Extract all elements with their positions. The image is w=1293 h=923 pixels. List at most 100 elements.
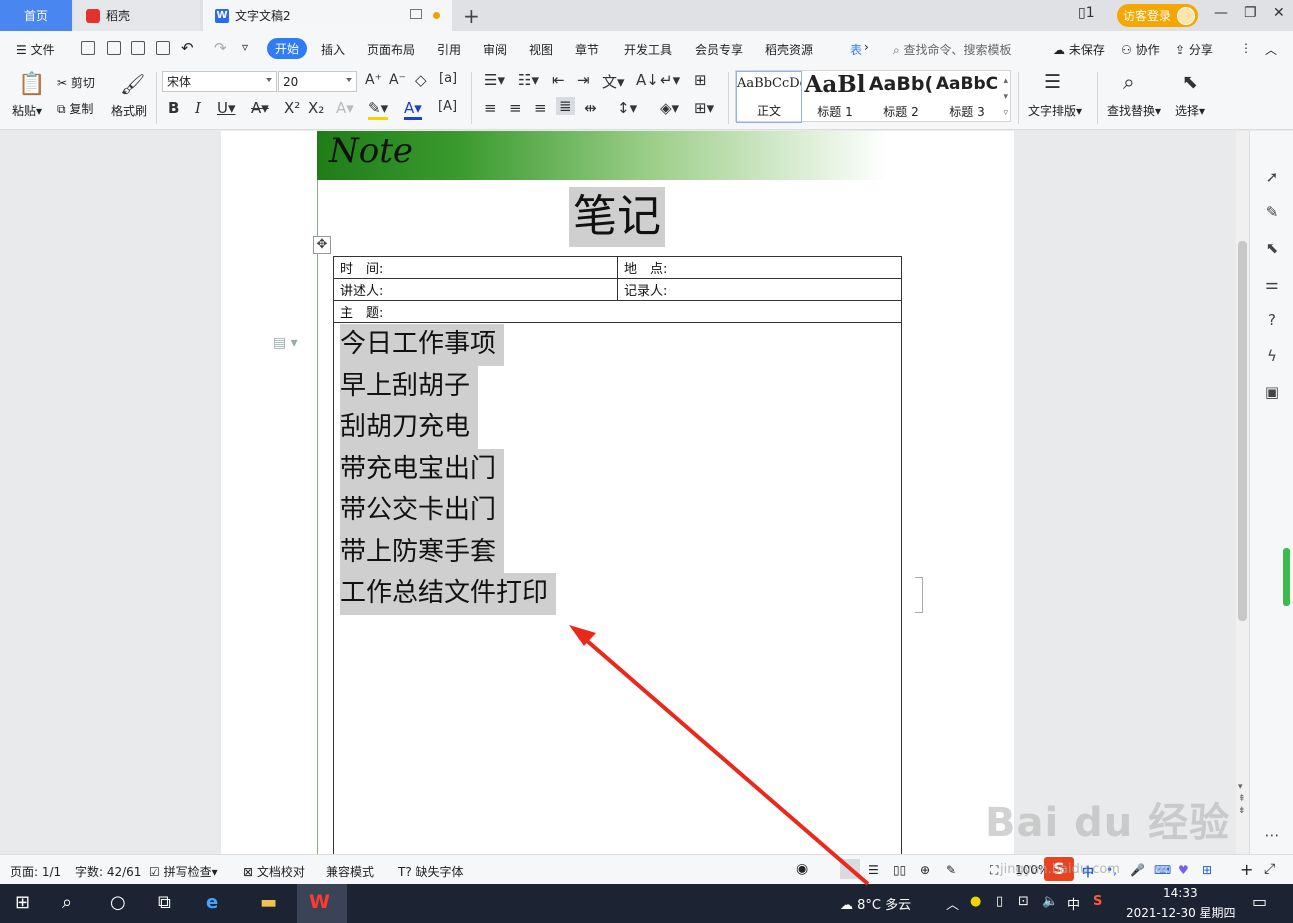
spell-check-button[interactable]: ☑ 拼写检查▾ [149, 863, 218, 880]
style-normal[interactable]: AaBbCcDd 正文 [736, 71, 802, 123]
chinese-layout-icon[interactable]: 文▾ [602, 71, 625, 92]
tray-expand-icon[interactable]: ︿ [946, 894, 959, 913]
bold-icon[interactable]: B [168, 99, 179, 117]
increase-indent-icon[interactable]: ⇥ [577, 71, 590, 89]
time-cell[interactable]: 时 间: [333, 256, 618, 279]
show-marks-icon[interactable]: ↵▾ [660, 71, 680, 89]
file-explorer-icon[interactable]: ▬ [260, 892, 277, 913]
paragraph-menu-icon[interactable]: ▤ ▾ [273, 335, 298, 351]
fit-page-icon[interactable]: ⛶ [990, 863, 998, 878]
vertical-scrollbar[interactable]: ▾ ⇞ ⇟ [1236, 131, 1249, 854]
new-tab-button[interactable]: + [463, 4, 480, 28]
cursor-icon[interactable]: ⬉ [1264, 240, 1280, 256]
format-painter-icon[interactable]: 🖌 [120, 72, 145, 96]
font-name-select[interactable]: 宋体 [162, 71, 277, 92]
clock-time[interactable]: 14:33 [1163, 886, 1198, 900]
shading-icon[interactable]: ◈▾ [660, 99, 679, 117]
tray-app-icon[interactable]: ● [970, 894, 981, 909]
align-right-icon[interactable]: ≡ [534, 99, 547, 117]
cut-button[interactable]: ✂ 剪切 [57, 74, 95, 91]
text-effect-icon[interactable]: A▾ [336, 99, 354, 117]
usb-icon[interactable]: ▯ [996, 894, 1003, 909]
zoom-in-icon[interactable]: + [1240, 860, 1253, 879]
collab-button[interactable]: ⚇ 协作 [1121, 41, 1160, 58]
print-icon[interactable] [131, 41, 145, 55]
more-icon[interactable]: ⋯ [1264, 827, 1280, 843]
tab-docer-resources[interactable]: 稻壳资源 [765, 41, 813, 58]
eye-protect-icon[interactable]: ◉ [796, 861, 808, 877]
wps-taskbar-button[interactable]: W [297, 884, 347, 923]
minimize-button[interactable]: — [1214, 5, 1228, 21]
zoom-slider-handle[interactable] [1283, 548, 1290, 606]
styles-scroll-icon[interactable]: ▴ ▾ ▿ [1003, 73, 1008, 121]
char-border-icon[interactable]: [A] [438, 99, 457, 114]
style-heading-2[interactable]: AaBb( 标题 2 [868, 71, 934, 123]
web-view-icon[interactable]: ⊕ [920, 863, 930, 877]
subscript-icon[interactable]: X₂ [308, 99, 324, 117]
tab-review[interactable]: 审阅 [483, 41, 507, 58]
copy-button[interactable]: ⧉ 复制 [57, 100, 93, 117]
rocket-icon[interactable]: ➚ [1264, 169, 1280, 185]
place-cell[interactable]: 地 点: [617, 256, 902, 279]
tab-home[interactable]: 首页 [0, 0, 72, 31]
help-icon[interactable]: ? [1264, 312, 1280, 328]
line-spacing-icon[interactable]: ↕▾ [617, 99, 637, 117]
pen-icon[interactable]: ✎ [1264, 204, 1280, 220]
monitor-icon[interactable] [410, 9, 422, 19]
missing-font-button[interactable]: T? 缺失字体 [398, 863, 464, 880]
ruler-icon[interactable]: ⊞ [694, 71, 707, 89]
tab-start[interactable]: 开始 [267, 38, 307, 59]
style-heading-3[interactable]: AaBbC 标题 3 [934, 71, 1000, 123]
maximize-button[interactable]: ❐ [1244, 5, 1257, 21]
cursor-icon[interactable]: ⬉ [1182, 71, 1198, 93]
underline-icon[interactable]: U▾ [217, 99, 236, 117]
superscript-icon[interactable]: X² [284, 99, 300, 117]
sogou-tray-icon[interactable]: S [1093, 894, 1102, 909]
tab-table[interactable]: 表 [850, 41, 862, 58]
task-view-icon[interactable]: ⧉ [158, 892, 171, 913]
preview-icon[interactable] [156, 41, 170, 55]
highlight-icon[interactable]: ✎▾ [368, 99, 389, 120]
clear-format-icon[interactable]: ◇ [415, 71, 427, 89]
redo-icon[interactable]: ↷ [214, 39, 227, 57]
document-area[interactable]: Note 笔记 ✥ ▤ ▾ 时 间: 地 点: 讲述人: 记录人: 主 题: 今… [0, 131, 1236, 854]
numbered-list-icon[interactable]: ☷▾ [518, 71, 539, 89]
undo-icon[interactable]: ↶ [181, 39, 194, 57]
font-color-icon[interactable]: A▾ [404, 99, 422, 120]
command-search[interactable]: ⌕ 查找命令、搜索模板 [893, 41, 1012, 58]
bullet-list-icon[interactable]: ☰▾ [484, 71, 505, 89]
font-size-select[interactable]: 20 [278, 71, 357, 92]
proofread-button[interactable]: ⊠ 文档校对 [243, 863, 305, 880]
tab-docer[interactable]: 稻壳 [74, 0, 200, 31]
save-icon[interactable] [81, 41, 95, 55]
layout-icon[interactable]: ▯1 [1078, 5, 1095, 21]
tab-page-layout[interactable]: 页面布局 [367, 41, 415, 58]
sort-icon[interactable]: A↓ [636, 71, 659, 89]
notes-body-cell[interactable]: 今日工作事项 早上刮胡子 刮胡刀充电 带充电宝出门 带公交卡出门 带上防寒手套 … [333, 322, 902, 854]
login-button[interactable]: 访客登录 [1117, 4, 1198, 27]
keyboard-icon[interactable]: ⌨ [1154, 863, 1171, 877]
search-icon[interactable]: ⌕ [1123, 70, 1135, 95]
lightning-icon[interactable]: ϟ [1264, 348, 1280, 364]
ie-icon[interactable]: e [206, 892, 218, 913]
grow-font-icon[interactable]: A⁺ [365, 72, 382, 88]
document-title[interactable]: 笔记 [569, 187, 665, 247]
chevron-right-icon[interactable]: › [864, 40, 869, 54]
microphone-icon[interactable]: 🎤 [1130, 863, 1145, 877]
image-tools-icon[interactable]: ▣ [1264, 384, 1280, 400]
find-replace-button[interactable]: 查找替换▾ [1107, 102, 1161, 119]
read-view-icon[interactable]: ▯▯ [893, 863, 906, 877]
format-painter-button[interactable]: 格式刷 [111, 102, 147, 119]
export-icon[interactable] [107, 41, 121, 55]
borders-icon[interactable]: ⊞▾ [694, 99, 714, 117]
share-button[interactable]: ⇪ 分享 [1175, 41, 1213, 58]
align-left-icon[interactable]: ≡ [484, 99, 497, 117]
page-indicator[interactable]: 页面: 1/1 [10, 863, 61, 880]
unsaved-button[interactable]: ☁ 未保存 [1053, 41, 1105, 58]
distribute-icon[interactable]: ⇹ [584, 99, 597, 117]
text-layout-button[interactable]: 文字排版▾ [1028, 102, 1082, 119]
quick-access-dropdown-icon[interactable]: ▿ [242, 40, 248, 54]
select-button[interactable]: 选择▾ [1175, 102, 1205, 119]
search-icon[interactable]: ⌕ [62, 892, 72, 913]
tab-insert[interactable]: 插入 [321, 41, 345, 58]
